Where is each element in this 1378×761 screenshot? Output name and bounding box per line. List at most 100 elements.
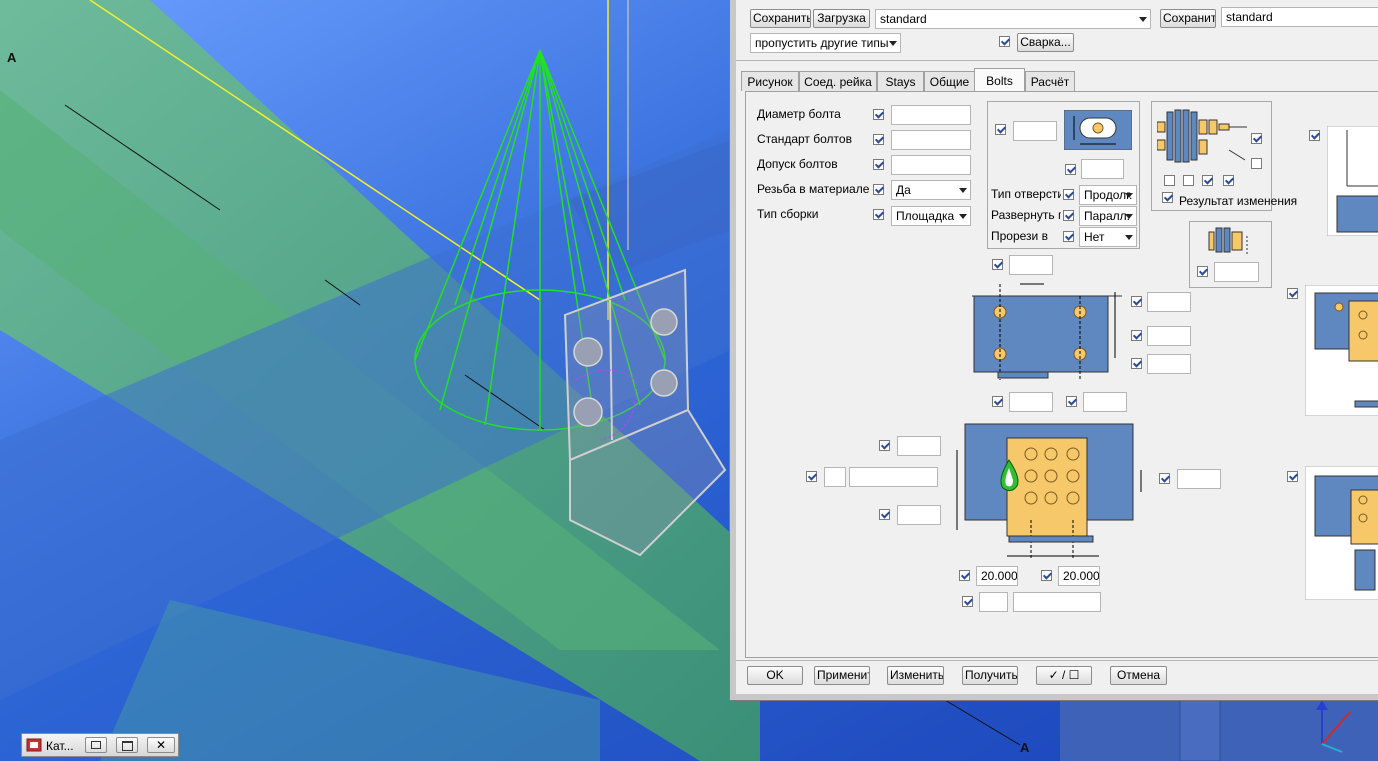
thread-in-material-select[interactable]: Да	[891, 180, 971, 200]
catalog-icon	[26, 738, 42, 752]
chevron-down-icon	[889, 41, 897, 46]
slots-in-select[interactable]: Нет	[1079, 227, 1137, 247]
restore-button[interactable]	[85, 737, 107, 753]
spacing-left-input[interactable]: 20.000	[976, 566, 1018, 586]
axis-label-bottom: A	[1020, 740, 1030, 755]
bolt-standard-checkbox[interactable]	[873, 134, 884, 145]
option-3-checkbox[interactable]	[1202, 175, 1213, 186]
option-2-checkbox[interactable]	[1183, 175, 1194, 186]
count-checkbox[interactable]	[806, 471, 817, 482]
get-button[interactable]: Получить	[962, 666, 1018, 685]
washer-bottom-checkbox[interactable]	[1251, 158, 1262, 169]
option-1-checkbox[interactable]	[1164, 175, 1175, 186]
bolt-length-input[interactable]	[1214, 262, 1259, 282]
distance-list-input[interactable]	[849, 467, 938, 487]
tab-general[interactable]: Общие	[924, 71, 975, 91]
preview-3-checkbox[interactable]	[1287, 471, 1298, 482]
spacing-count-input[interactable]	[979, 592, 1008, 612]
close-button[interactable]: ✕	[147, 737, 175, 753]
bolt-standard-input[interactable]	[891, 130, 971, 150]
tab-drawing[interactable]: Рисунок	[741, 71, 799, 91]
ok-button[interactable]: OK	[747, 666, 803, 685]
edge-left-checkbox[interactable]	[992, 396, 1003, 407]
bolt-standard-label: Стандарт болтов	[757, 132, 852, 146]
edge-right-checkbox[interactable]	[1066, 396, 1077, 407]
slot-width-checkbox[interactable]	[1065, 164, 1076, 175]
offset-bottom-checkbox[interactable]	[879, 509, 890, 520]
save-as-input[interactable]: standard	[1221, 7, 1378, 27]
tab-stays[interactable]: Stays	[877, 71, 924, 91]
spacing-left-checkbox[interactable]	[959, 570, 970, 581]
restore-icon	[91, 741, 101, 749]
spacing-bottom-checkbox[interactable]	[1131, 358, 1142, 369]
spacing-right-input[interactable]: 20.000	[1058, 566, 1100, 586]
dialog-body: Сохранить Загрузка standard Сохранить ка…	[736, 0, 1378, 694]
bolt-diameter-checkbox[interactable]	[873, 109, 884, 120]
option-4-checkbox[interactable]	[1223, 175, 1234, 186]
spacing-bottom-input[interactable]	[1147, 354, 1191, 374]
spacing-list-input[interactable]	[1013, 592, 1101, 612]
slot-size-checkbox[interactable]	[995, 124, 1006, 135]
tab-connection-rail[interactable]: Соед. рейка	[799, 71, 877, 91]
close-icon: ✕	[155, 738, 167, 752]
bolt-pattern-diagram-top	[972, 283, 1122, 380]
toggle-checkboxes-button[interactable]: ✓ / ☐	[1036, 666, 1092, 685]
rotate-slot-checkbox[interactable]	[1063, 210, 1074, 221]
spacing-mid-input[interactable]	[1147, 326, 1191, 346]
spacing-top-input[interactable]	[1147, 292, 1191, 312]
edge-bottom-input[interactable]	[1177, 469, 1221, 489]
bolt-pattern-diagram-bottom	[956, 423, 1142, 560]
hole-type-select[interactable]: Продолг.	[1079, 185, 1137, 205]
preview-2-diagram	[1305, 285, 1378, 416]
save-as-button[interactable]: Сохранить как	[1160, 9, 1216, 28]
save-button[interactable]: Сохранить	[750, 9, 811, 28]
rotate-slot-select[interactable]: Паралл.	[1079, 206, 1137, 226]
bolt-tolerance-checkbox[interactable]	[873, 159, 884, 170]
offset-bottom-input[interactable]	[897, 505, 941, 525]
thread-in-material-value: Да	[896, 183, 911, 197]
washer-top-checkbox[interactable]	[1251, 133, 1262, 144]
bolt-length-checkbox[interactable]	[1197, 266, 1208, 277]
edge-bottom-checkbox[interactable]	[1159, 473, 1170, 484]
skip-types-select[interactable]: пропустить другие типы	[750, 33, 901, 53]
minimized-window[interactable]: Кат... ✕	[21, 733, 179, 757]
maximize-button[interactable]	[116, 737, 138, 753]
slot-hole-diagram	[1064, 110, 1132, 150]
spacing-right-checkbox[interactable]	[1041, 570, 1052, 581]
tab-bolts[interactable]: Bolts	[974, 68, 1025, 92]
cancel-button[interactable]: Отмена	[1110, 666, 1167, 685]
tab-calculation[interactable]: Расчёт	[1025, 71, 1075, 91]
slot-size-input[interactable]	[1013, 121, 1057, 141]
preview-1-checkbox[interactable]	[1309, 130, 1320, 141]
load-button[interactable]: Загрузка	[813, 9, 870, 28]
hole-type-checkbox[interactable]	[1063, 189, 1074, 200]
minimized-window-title: Кат...	[46, 739, 74, 753]
offset-top-input[interactable]	[897, 436, 941, 456]
edge-right-input[interactable]	[1083, 392, 1127, 412]
offset-top-checkbox[interactable]	[879, 440, 890, 451]
spacing-count-checkbox[interactable]	[962, 596, 973, 607]
assembly-type-select[interactable]: Площадка	[891, 206, 971, 226]
count-input[interactable]	[824, 467, 846, 487]
preset-select[interactable]: standard	[875, 9, 1151, 29]
slots-in-checkbox[interactable]	[1063, 231, 1074, 242]
result-change-checkbox[interactable]	[1162, 192, 1173, 203]
bolt-tolerance-input[interactable]	[891, 155, 971, 175]
edge-top-checkbox[interactable]	[992, 259, 1003, 270]
assembly-type-checkbox[interactable]	[873, 209, 884, 220]
maximize-icon	[121, 741, 133, 751]
preview-2-checkbox[interactable]	[1287, 288, 1298, 299]
slot-width-input[interactable]	[1081, 159, 1124, 179]
apply-button[interactable]: Применить	[814, 666, 870, 685]
slots-in-label: Прорези в	[991, 229, 1048, 243]
thread-in-material-checkbox[interactable]	[873, 184, 884, 195]
edge-top-input[interactable]	[1009, 255, 1053, 275]
modify-button[interactable]: Изменить	[887, 666, 944, 685]
weld-button[interactable]: Сварка...	[1017, 33, 1074, 52]
bolt-diameter-input[interactable]	[891, 105, 971, 125]
weld-checkbox[interactable]	[999, 36, 1010, 47]
spacing-mid-checkbox[interactable]	[1131, 330, 1142, 341]
edge-left-input[interactable]	[1009, 392, 1053, 412]
rotate-slot-label: Развернуть паз	[991, 208, 1061, 222]
spacing-top-checkbox[interactable]	[1131, 296, 1142, 307]
